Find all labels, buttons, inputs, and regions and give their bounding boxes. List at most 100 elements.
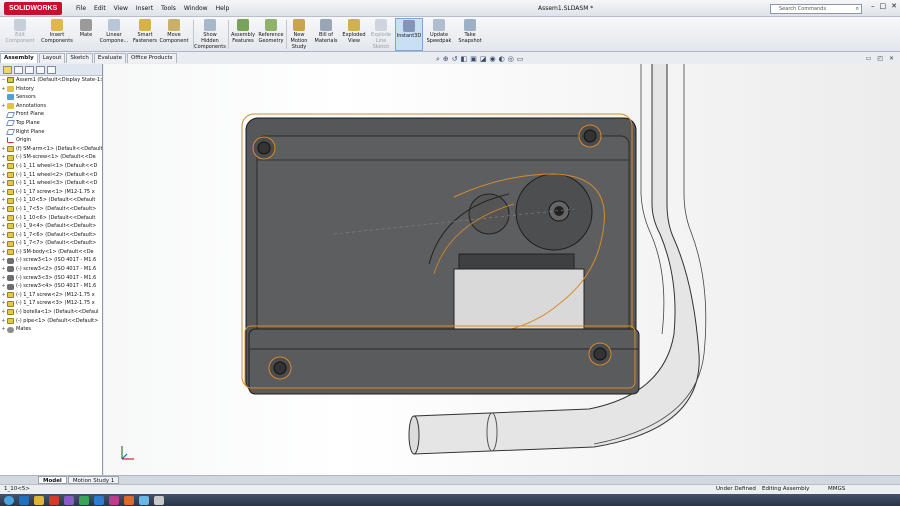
view-orientation-icon[interactable]: ▣ bbox=[470, 55, 477, 64]
app-icon[interactable] bbox=[124, 495, 134, 505]
expand-toggle-icon[interactable]: + bbox=[0, 214, 7, 223]
show-hidden-components-button[interactable]: Show Hidden Components bbox=[194, 18, 226, 51]
tab-office-products[interactable]: Office Products bbox=[126, 53, 177, 63]
app-icon[interactable] bbox=[154, 495, 164, 505]
update-speedpak-button[interactable]: Update Speedpak bbox=[425, 18, 453, 51]
expand-toggle-icon[interactable]: + bbox=[0, 317, 7, 326]
feature-tree-item[interactable]: Top Plane bbox=[0, 119, 102, 128]
status-units[interactable]: MMGS bbox=[828, 485, 845, 494]
feature-tree-item[interactable]: + History bbox=[0, 85, 102, 94]
feature-tree-item[interactable]: + (-) 1_7<7> (Default<<Default> bbox=[0, 239, 102, 248]
feature-tree-item[interactable]: Front Plane bbox=[0, 110, 102, 119]
expand-toggle-icon[interactable]: + bbox=[0, 102, 7, 111]
feature-tree-item[interactable]: + (-) SM-body<1> (Default<<De bbox=[0, 248, 102, 257]
expand-toggle-icon[interactable]: + bbox=[0, 196, 7, 205]
move-component-button[interactable]: Move Component bbox=[158, 18, 190, 51]
feature-tree-item[interactable]: + (-) 1_11 wheel<3> (Default<<D bbox=[0, 179, 102, 188]
feature-tree-item[interactable]: + (f) SM-arm<1> (Default<<Default> bbox=[0, 145, 102, 154]
section-view-icon[interactable]: ◧ bbox=[461, 55, 468, 64]
feature-tree-item[interactable]: Right Plane bbox=[0, 128, 102, 137]
expand-toggle-icon[interactable]: + bbox=[0, 162, 7, 171]
zoom-area-icon[interactable]: ⊕ bbox=[443, 55, 449, 64]
expand-toggle-icon[interactable]: + bbox=[0, 282, 7, 291]
expand-toggle-icon[interactable]: + bbox=[0, 171, 7, 180]
edit-component-button[interactable]: Edit Component bbox=[4, 18, 36, 51]
maximize-button[interactable]: □ bbox=[880, 2, 887, 10]
insert-components-button[interactable]: Insert Components bbox=[40, 18, 74, 51]
expand-toggle-icon[interactable]: + bbox=[0, 308, 7, 317]
explorer-icon[interactable] bbox=[34, 495, 44, 505]
app-icon[interactable] bbox=[64, 495, 74, 505]
feature-tree-item[interactable]: + (-) 1_17 screw<2> (M12-1.75 x bbox=[0, 291, 102, 300]
expand-toggle-icon[interactable]: + bbox=[0, 265, 7, 274]
feature-tree-item[interactable]: + (-) 1_11 wheel<2> (Default<<D bbox=[0, 171, 102, 180]
feature-tree-item[interactable]: + (-) 1_7<6> (Default<<Default> bbox=[0, 231, 102, 240]
configuration-manager-tab-icon[interactable] bbox=[25, 66, 34, 74]
expand-toggle-icon[interactable]: + bbox=[0, 325, 7, 334]
feature-tree-item[interactable]: + (-) botella<1> (Default<<Defaul bbox=[0, 308, 102, 317]
feature-tree-item[interactable]: Origin bbox=[0, 136, 102, 145]
minimize-button[interactable]: – bbox=[871, 2, 875, 10]
expand-toggle-icon[interactable]: + bbox=[0, 188, 7, 197]
solidworks-taskbar-icon[interactable] bbox=[49, 495, 59, 505]
feature-tree-item[interactable]: + (-) 1_17 screw<3> (M12-1.75 x bbox=[0, 299, 102, 308]
tab-evaluate[interactable]: Evaluate bbox=[93, 53, 126, 63]
search-commands-input[interactable]: Search Commands ⌕ bbox=[770, 4, 862, 14]
start-button-icon[interactable] bbox=[4, 495, 14, 505]
feature-tree-item[interactable]: + (-) SM-screw<1> (Default<<De bbox=[0, 153, 102, 162]
previous-view-icon[interactable]: ↺ bbox=[452, 55, 458, 64]
display-manager-tab-icon[interactable] bbox=[47, 66, 56, 74]
app-icon[interactable] bbox=[139, 495, 149, 505]
expand-toggle-icon[interactable]: + bbox=[0, 205, 7, 214]
graphics-area[interactable] bbox=[104, 64, 900, 475]
feature-tree-item[interactable]: + (-) 1_9<4> (Default<<Default> bbox=[0, 222, 102, 231]
tab-assembly[interactable]: Assembly bbox=[0, 53, 38, 63]
edit-appearance-icon[interactable]: ◐ bbox=[499, 55, 505, 64]
expand-toggle-icon[interactable]: + bbox=[0, 85, 7, 94]
feature-tree-item[interactable]: + (-) 1_11 wheel<1> (Default<<D bbox=[0, 162, 102, 171]
close-button[interactable]: ✕ bbox=[891, 2, 897, 10]
menu-window[interactable]: Window bbox=[180, 0, 212, 17]
menu-file[interactable]: File bbox=[72, 0, 90, 17]
sm-arm-component[interactable] bbox=[244, 325, 640, 395]
feature-tree-item[interactable]: + (-) 1_17 screw<1> (M12-1.75 x bbox=[0, 188, 102, 197]
view-settings-icon[interactable]: ▭ bbox=[517, 55, 524, 64]
expand-toggle-icon[interactable]: + bbox=[0, 179, 7, 188]
display-style-icon[interactable]: ◪ bbox=[480, 55, 487, 64]
exploded-view-button[interactable]: Exploded View bbox=[340, 18, 368, 51]
viewport-close-icon[interactable]: ✕ bbox=[889, 55, 894, 62]
new-motion-study-button[interactable]: New Motion Study bbox=[287, 18, 311, 51]
feature-tree-item[interactable]: + (-) 1_7<5> (Default<<Default> bbox=[0, 205, 102, 214]
expand-toggle-icon[interactable]: − bbox=[0, 76, 7, 85]
feature-tree-item[interactable]: + (-) pipe<1> (Default<<Default> bbox=[0, 317, 102, 326]
expand-toggle-icon[interactable]: + bbox=[0, 274, 7, 283]
app-icon[interactable] bbox=[109, 495, 119, 505]
expand-toggle-icon[interactable]: + bbox=[0, 256, 7, 265]
feature-tree-item[interactable]: − Assem1 (Default<Display State-1>) bbox=[0, 76, 102, 85]
take-snapshot-button[interactable]: Take Snapshot bbox=[455, 18, 485, 51]
apply-scene-icon[interactable]: ◎ bbox=[508, 55, 514, 64]
explode-line-sketch-button[interactable]: Explode Line Sketch bbox=[368, 18, 394, 51]
dimxpert-tab-icon[interactable] bbox=[36, 66, 45, 74]
feature-tree-item[interactable]: Sensors bbox=[0, 93, 102, 102]
menu-view[interactable]: View bbox=[110, 0, 132, 17]
feature-tree-item[interactable]: + Annotations bbox=[0, 102, 102, 111]
feature-tree-item[interactable]: + Mates bbox=[0, 325, 102, 334]
expand-toggle-icon[interactable]: + bbox=[0, 145, 7, 154]
viewport-restore-icon[interactable]: ◰ bbox=[877, 55, 883, 62]
search-icon[interactable]: ⌕ bbox=[856, 5, 859, 13]
menu-insert[interactable]: Insert bbox=[132, 0, 157, 17]
expand-toggle-icon[interactable]: + bbox=[0, 153, 7, 162]
menu-tools[interactable]: Tools bbox=[157, 0, 180, 17]
tab-sketch[interactable]: Sketch bbox=[66, 53, 93, 63]
solidworks-logo[interactable]: SOLIDWORKS bbox=[4, 2, 63, 15]
expand-toggle-icon[interactable]: + bbox=[0, 299, 7, 308]
bill-of-materials-button[interactable]: Bill of Materials bbox=[312, 18, 340, 51]
expand-toggle-icon[interactable]: + bbox=[0, 248, 7, 257]
hide-show-items-icon[interactable]: ◉ bbox=[490, 55, 496, 64]
assembly-model[interactable] bbox=[104, 64, 900, 475]
app-icon[interactable] bbox=[79, 495, 89, 505]
reference-geometry-button[interactable]: Reference Geometry bbox=[257, 18, 285, 51]
feature-tree-item[interactable]: + (-) screw3<2> (ISO 4017 - M1.6 bbox=[0, 265, 102, 274]
feature-tree-item[interactable]: + (-) 1_10<6> (Default<<Default bbox=[0, 214, 102, 223]
